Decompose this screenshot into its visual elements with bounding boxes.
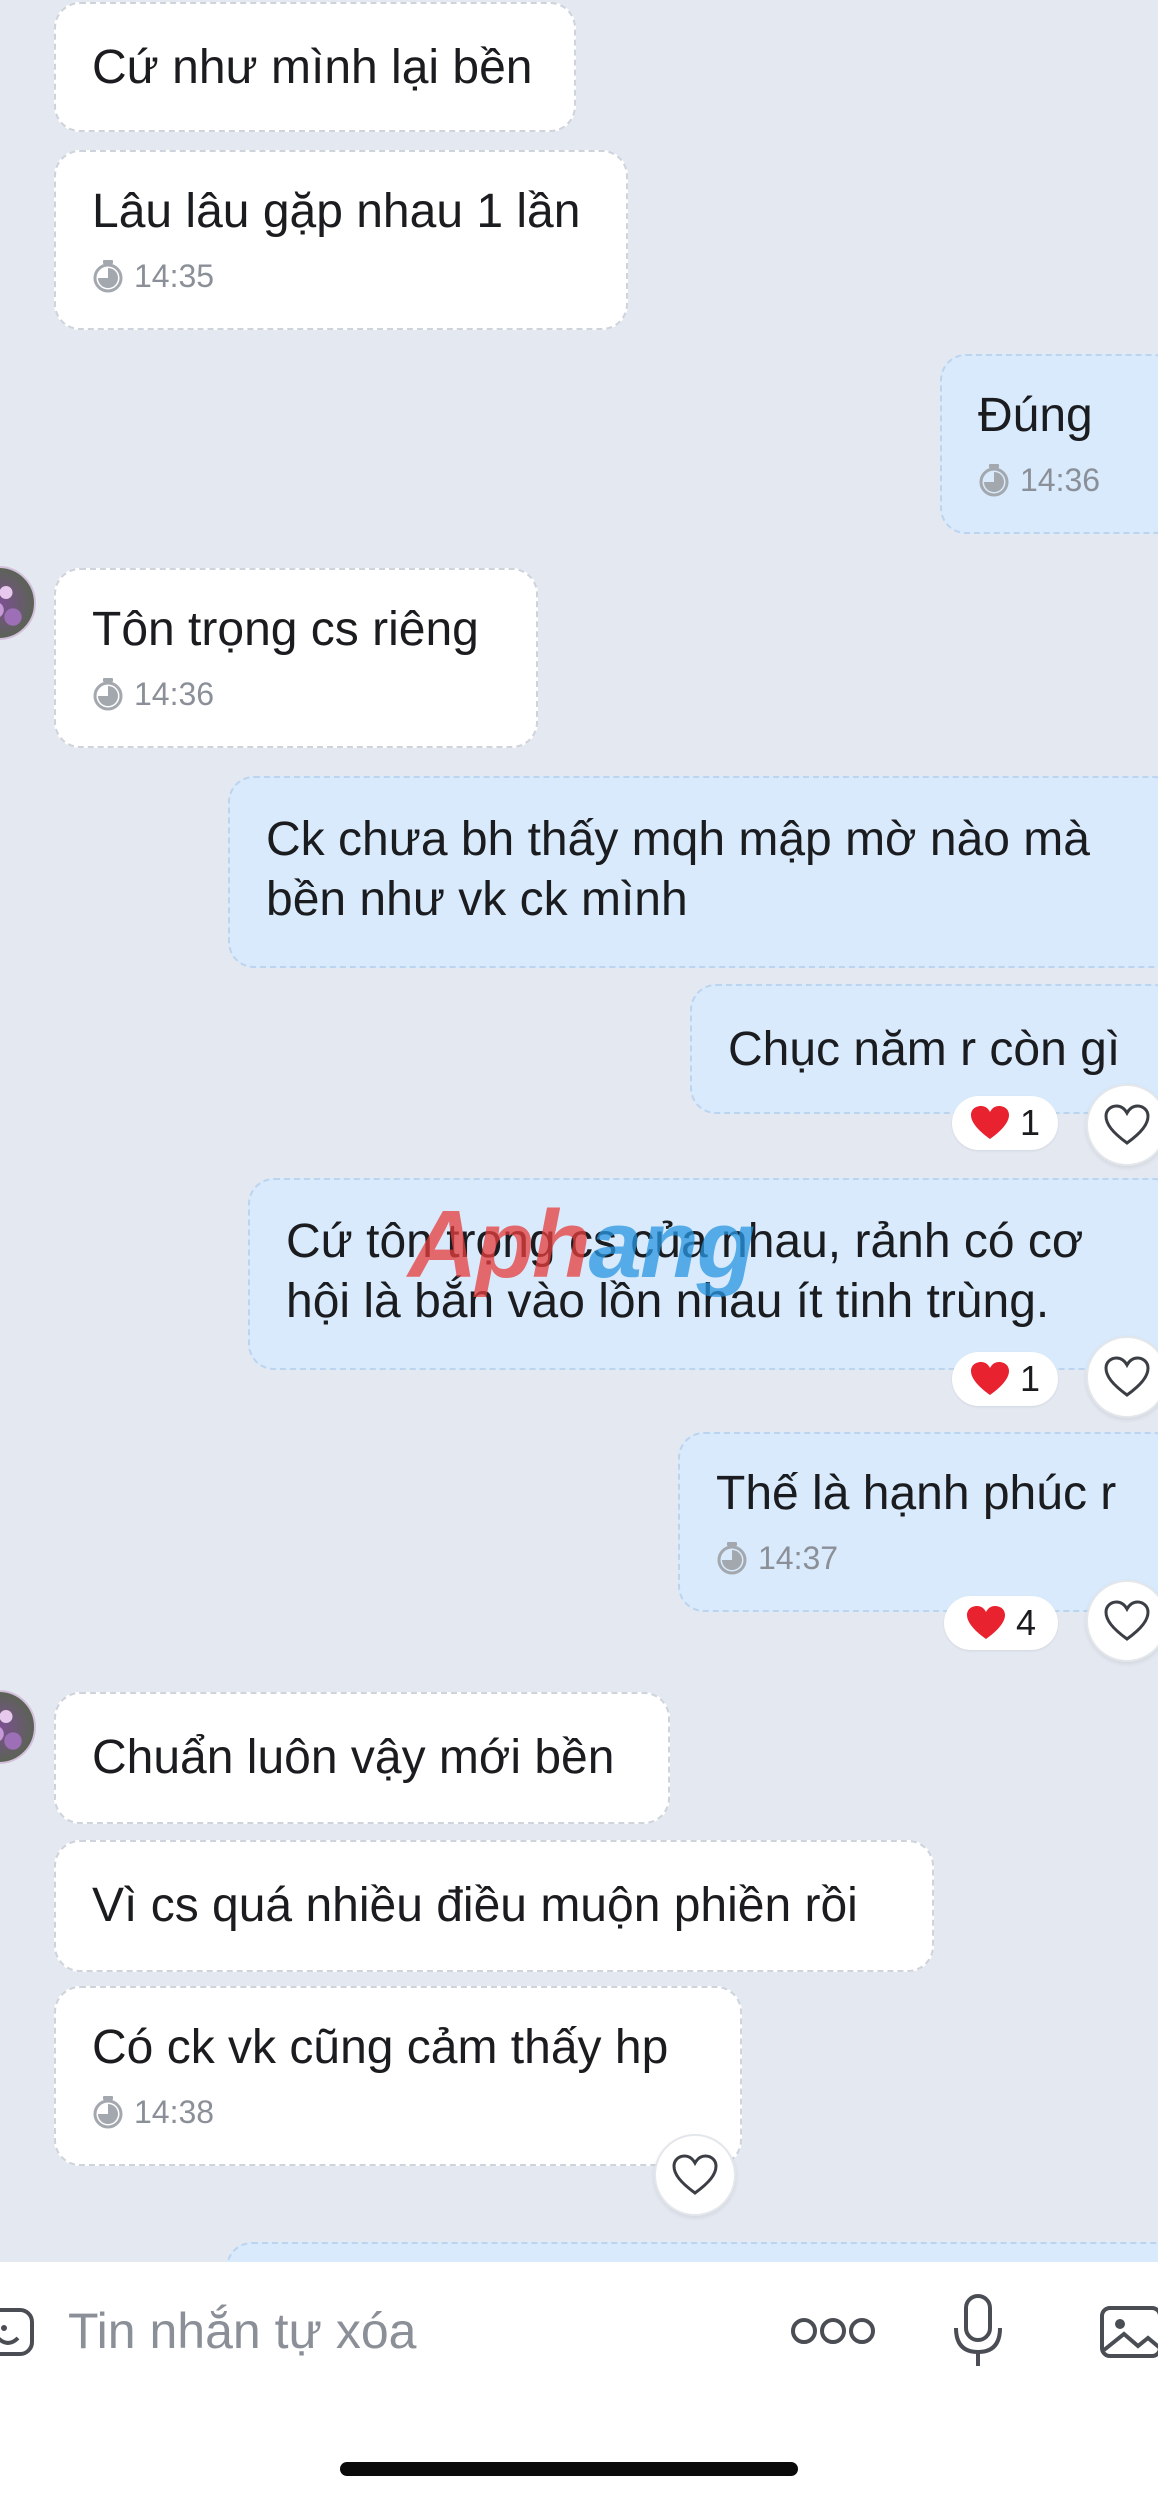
message-time: 14:36 [978,462,1142,498]
message-text: Cứ tôn trọng cs của nhau, rảnh có cơ hội… [286,1215,1084,1328]
time-label: 14:36 [134,676,215,712]
message-text: Chuẩn luôn vậy mới bền [92,1731,615,1784]
message-bubble[interactable]: Lâu lâu gặp nhau 1 lần 14:35 [54,150,628,330]
message-time: 14:38 [92,2094,704,2130]
like-button[interactable] [1086,1580,1158,1662]
heart-icon [966,1606,1005,1639]
heart-outline-icon [1104,1356,1150,1397]
reaction-count[interactable]: 1 [952,1096,1058,1150]
message-bubble[interactable]: Đúng 14:36 [940,354,1158,534]
like-button[interactable] [654,2134,736,2216]
reaction-count[interactable]: 1 [952,1352,1058,1406]
message-time: 14:35 [92,258,590,294]
message-text: Cứ như mình lại bền [92,41,533,94]
microphone-icon[interactable] [950,2292,1006,2372]
time-label: 14:38 [134,2094,215,2130]
sticker-icon[interactable] [0,2296,36,2366]
time-label: 14:35 [134,258,215,294]
timer-icon [93,678,123,711]
message-bubble[interactable]: Cứ tôn trọng cs của nhau, rảnh có cơ hội… [248,1178,1158,1370]
message-bubble[interactable]: Cứ như mình lại bền [54,2,576,132]
message-bubble-partial[interactable] [226,2242,1158,2262]
reaction-count[interactable]: 4 [944,1596,1058,1650]
message-bubble[interactable]: Chuẩn luôn vậy mới bền [54,1692,670,1824]
timer-icon [979,464,1009,497]
message-text: Lâu lâu gặp nhau 1 lần [92,185,581,238]
message-text: Thế là hạnh phúc r [716,1467,1117,1520]
message-text: Tôn trọng cs riêng [92,603,479,656]
reaction-number: 4 [1015,1602,1037,1643]
like-button[interactable] [1086,1084,1158,1166]
time-label: 14:37 [758,1540,839,1576]
reaction-number: 1 [1019,1102,1041,1143]
message-bubble[interactable]: Ck chưa bh thấy mqh mập mờ nào mà bền nh… [228,776,1158,968]
message-text: Đúng [978,389,1093,442]
chat-area: Cứ như mình lại bền Lâu lâu gặp nhau 1 l… [0,0,1158,2262]
heart-icon [970,1362,1009,1395]
message-text: Vì cs quá nhiều điều muộn phiền rồi [92,1879,858,1932]
more-icon[interactable] [790,2313,876,2349]
message-bubble[interactable]: Có ck vk cũng cảm thấy hp 14:38 [54,1986,742,2166]
message-time: 14:36 [92,676,500,712]
heart-outline-icon [1104,1600,1150,1641]
message-text: Ck chưa bh thấy mqh mập mờ nào mà bền nh… [266,813,1090,926]
timer-icon [717,1542,747,1575]
gallery-icon[interactable] [1098,2298,1158,2364]
home-indicator[interactable] [340,2462,798,2476]
avatar[interactable] [0,1690,36,1764]
message-input[interactable]: Tin nhắn tự xóa [68,2296,417,2366]
reaction-number: 1 [1019,1358,1041,1399]
timer-icon [93,2096,123,2129]
avatar[interactable] [0,566,36,640]
time-label: 14:36 [1020,462,1101,498]
message-time: 14:37 [716,1540,1142,1576]
like-button[interactable] [1086,1336,1158,1418]
message-bubble[interactable]: Thế là hạnh phúc r 14:37 [678,1432,1158,1612]
heart-icon [970,1106,1009,1139]
input-placeholder: Tin nhắn tự xóa [68,2303,417,2359]
timer-icon [93,260,123,293]
message-text: Có ck vk cũng cảm thấy hp [92,2021,669,2074]
message-text: Chục năm r còn gì [728,1023,1121,1076]
message-bubble[interactable]: Tôn trọng cs riêng 14:36 [54,568,538,748]
heart-outline-icon [672,2154,718,2195]
heart-outline-icon [1104,1104,1150,1145]
message-bubble[interactable]: Vì cs quá nhiều điều muộn phiền rồi [54,1840,934,1972]
message-bubble[interactable]: Chục năm r còn gì [690,984,1158,1114]
